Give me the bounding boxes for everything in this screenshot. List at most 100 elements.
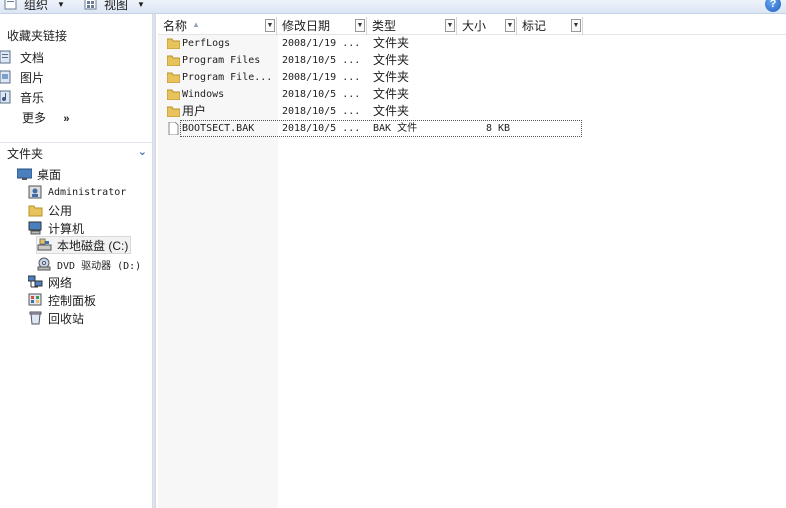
music-icon	[0, 90, 12, 104]
folders-header-label: 文件夹	[7, 147, 44, 161]
folder-icon	[166, 88, 181, 101]
tree-item-administrator[interactable]: Administrator	[28, 183, 126, 201]
column-header-label: 大小	[462, 19, 487, 33]
column-header-label: 名称	[163, 19, 188, 33]
organize-icon	[4, 0, 17, 10]
column-headers: 名称 ▲ ▼ 修改日期 ▼ 类型 ▼ 大小 ▼ 标记 ▼	[158, 17, 786, 35]
views-button[interactable]: 视图 ▼	[84, 0, 145, 13]
file-name: Windows	[182, 89, 225, 100]
file-type: 文件夹	[373, 104, 410, 118]
file-list-pane: 名称 ▲ ▼ 修改日期 ▼ 类型 ▼ 大小 ▼ 标记 ▼ PerfLogs 20…	[157, 14, 786, 508]
tree-item-label: 桌面	[37, 167, 62, 182]
file-type: 文件夹	[373, 70, 410, 84]
tree-item-label: 本地磁盘 (C:)	[57, 238, 129, 253]
file-row-selected[interactable]: BOOTSECT.BAK 2018/10/5 ... BAK 文件 8 KB	[165, 120, 585, 137]
file-name: BOOTSECT.BAK	[182, 123, 255, 134]
column-dropdown-icon[interactable]: ▼	[505, 19, 515, 32]
file-type: 文件夹	[373, 53, 410, 67]
column-header-name[interactable]: 名称 ▲ ▼	[158, 17, 277, 35]
file-row[interactable]: Program File... 2008/1/19 ... 文件夹	[165, 69, 585, 86]
file-row[interactable]: Program Files 2018/10/5 ... 文件夹	[165, 52, 585, 69]
file-date: 2018/10/5 ...	[282, 123, 361, 134]
tree-item-local-disk[interactable]: 本地磁盘 (C:)	[36, 236, 132, 254]
column-header-tags[interactable]: 标记 ▼	[517, 17, 583, 35]
views-dropdown-icon: ▼	[137, 0, 145, 9]
tree-item-desktop[interactable]: 桌面	[16, 165, 62, 183]
column-header-label: 标记	[522, 19, 547, 33]
file-date: 2008/1/19 ...	[282, 72, 361, 83]
help-icon[interactable]: ?	[765, 0, 781, 12]
column-dropdown-icon[interactable]: ▼	[571, 19, 581, 32]
computer-icon	[28, 221, 43, 235]
folders-header[interactable]: 文件夹 ⌄	[7, 145, 152, 162]
tree-item-label: DVD 驱动器 (D:)	[57, 260, 142, 272]
more-link[interactable]: 更多 »	[22, 109, 69, 126]
column-dropdown-icon[interactable]: ▼	[355, 19, 365, 32]
views-label: 视图	[104, 0, 129, 12]
favorite-label: 图片	[20, 70, 45, 85]
tree-item-network[interactable]: 网络	[27, 273, 73, 291]
tree-item-control-panel[interactable]: 控制面板	[28, 291, 96, 309]
folder-icon	[28, 203, 43, 217]
control-panel-icon	[28, 293, 43, 307]
dvd-drive-icon	[37, 257, 52, 271]
nav-divider	[0, 142, 152, 143]
more-chevron-icon: »	[63, 113, 70, 125]
file-name: Program Files	[182, 55, 261, 66]
tree-item-label: 公用	[48, 203, 73, 218]
file-name: PerfLogs	[182, 38, 231, 49]
column-header-type[interactable]: 类型 ▼	[367, 17, 457, 35]
tree-item-label: 回收站	[48, 311, 85, 326]
file-type: BAK 文件	[373, 123, 418, 134]
column-header-date[interactable]: 修改日期 ▼	[277, 17, 367, 35]
folder-icon	[166, 54, 181, 67]
file-row[interactable]: 用户 2018/10/5 ... 文件夹	[165, 103, 585, 120]
column-header-size[interactable]: 大小 ▼	[457, 17, 517, 35]
file-type: 文件夹	[373, 36, 410, 50]
file-type: 文件夹	[373, 87, 410, 101]
favorites-header: 收藏夹链接	[7, 29, 68, 43]
folder-icon	[166, 37, 181, 50]
file-row[interactable]: PerfLogs 2008/1/19 ... 文件夹	[165, 35, 585, 52]
column-dropdown-icon[interactable]: ▼	[445, 19, 455, 32]
user-folder-icon	[28, 185, 43, 199]
column-header-label: 修改日期	[282, 19, 331, 33]
file-name: 用户	[182, 104, 207, 118]
tree-item-label: 计算机	[48, 221, 85, 236]
organize-button[interactable]: 组织 ▼	[4, 0, 65, 13]
documents-icon	[0, 50, 12, 64]
file-date: 2018/10/5 ...	[282, 106, 361, 117]
column-dropdown-icon[interactable]: ▼	[265, 19, 275, 32]
file-date: 2018/10/5 ...	[282, 89, 361, 100]
navigation-pane: 收藏夹链接 文档 图片 音乐 更多 » 文件夹 ⌄ 桌面 Administrat…	[0, 14, 152, 508]
pane-splitter[interactable]	[152, 14, 156, 508]
file-date: 2018/10/5 ...	[282, 55, 361, 66]
sort-up-icon: ▲	[192, 20, 200, 29]
recycle-bin-icon	[28, 311, 43, 325]
organize-dropdown-icon: ▼	[57, 0, 65, 9]
tree-item-recycle-bin[interactable]: 回收站	[28, 309, 84, 327]
tree-item-label: 控制面板	[48, 293, 97, 308]
tree-item-dvd-drive[interactable]: DVD 驱动器 (D:)	[37, 255, 141, 273]
more-label: 更多	[22, 111, 47, 125]
chevron-down-icon[interactable]: ⌄	[138, 145, 147, 158]
tree-item-label: 网络	[48, 275, 73, 290]
tree-item-public[interactable]: 公用	[28, 201, 72, 219]
favorite-documents[interactable]: 文档	[0, 48, 44, 66]
tree-item-label: Administrator	[48, 186, 127, 198]
file-row[interactable]: Windows 2018/10/5 ... 文件夹	[165, 86, 585, 103]
toolbar: 组织 ▼ 视图 ▼ ?	[0, 0, 786, 14]
desktop-icon	[16, 167, 33, 181]
network-icon	[27, 275, 43, 289]
favorite-label: 文档	[20, 50, 45, 65]
file-date: 2008/1/19 ...	[282, 38, 361, 49]
column-header-label: 类型	[372, 19, 397, 33]
views-icon	[84, 0, 97, 10]
favorite-pictures[interactable]: 图片	[0, 68, 44, 86]
local-disk-icon	[37, 238, 52, 252]
tree-item-computer[interactable]: 计算机	[28, 219, 84, 237]
file-name: Program File...	[182, 72, 273, 83]
pictures-icon	[0, 70, 12, 84]
favorite-music[interactable]: 音乐	[0, 88, 44, 106]
favorite-label: 音乐	[20, 90, 45, 105]
